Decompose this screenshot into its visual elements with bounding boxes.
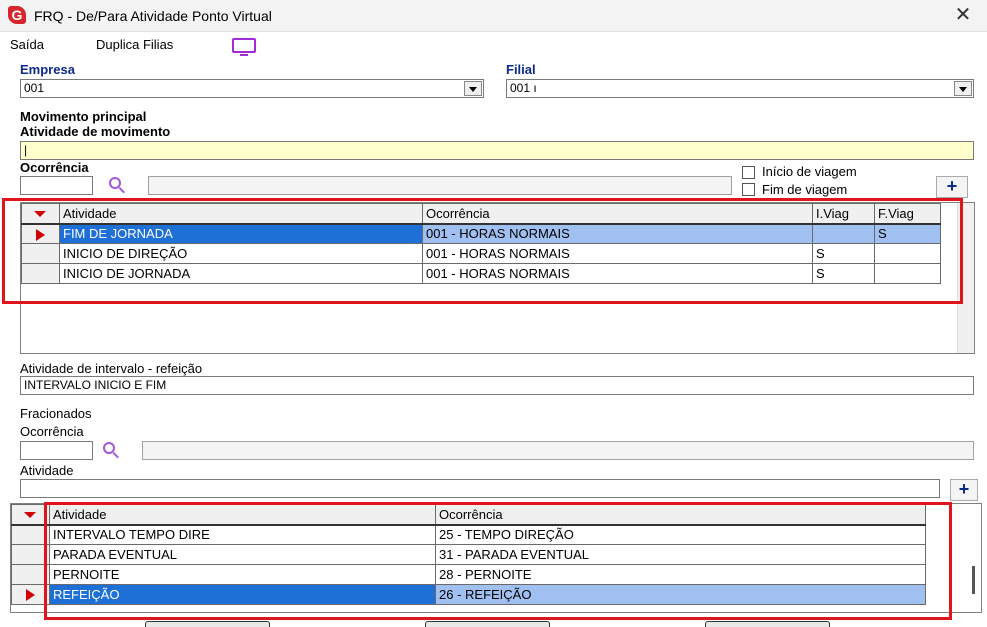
cell-fviag[interactable] (874, 243, 941, 264)
app-logo-icon: G (8, 6, 26, 24)
cell-atividade[interactable]: FIM DE JORNADA (59, 223, 423, 244)
fim-viagem-label: Fim de viagem (762, 182, 848, 197)
bottom-button[interactable] (145, 621, 270, 627)
chevron-down-icon[interactable] (954, 81, 972, 96)
empresa-value: 001 (24, 81, 45, 95)
cell-iviag[interactable]: S (812, 243, 875, 264)
row-indicator[interactable] (11, 524, 50, 545)
cell-iviag[interactable] (812, 223, 875, 244)
intervalo-label: Atividade de intervalo - refeição (20, 361, 203, 376)
fracionados-label: Fracionados (20, 406, 92, 421)
fim-viagem-checkbox[interactable] (742, 183, 755, 196)
cell-ocorrencia[interactable]: 28 - PERNOITE (435, 564, 926, 585)
menu-saida[interactable]: Saída (10, 37, 44, 52)
filial-select[interactable]: 001 ı (506, 79, 974, 98)
column-header-ocorrencia[interactable]: Ocorrência (422, 203, 813, 225)
column-header-fviag[interactable]: F.Viag (874, 203, 941, 225)
search-icon[interactable] (108, 176, 128, 196)
cell-iviag[interactable]: S (812, 263, 875, 284)
ocorrencia-code-input[interactable] (20, 176, 93, 195)
close-button[interactable]: ✕ (947, 4, 979, 28)
filial-value: 001 ı (510, 81, 537, 95)
column-header-ocorrencia[interactable]: Ocorrência (435, 504, 926, 526)
table-header-row: Atividade Ocorrência (11, 504, 926, 526)
cell-atividade[interactable]: PERNOITE (49, 564, 436, 585)
row-indicator[interactable] (21, 223, 60, 244)
menu-duplica-filias[interactable]: Duplica Filias (96, 37, 173, 52)
column-header-iviag[interactable]: I.Viag (812, 203, 875, 225)
bottom-button[interactable] (425, 621, 550, 627)
fracionados-atividade-input[interactable] (20, 479, 940, 498)
table-header-row: Atividade Ocorrência I.Viag F.Viag (21, 203, 941, 225)
row-indicator[interactable] (11, 564, 50, 585)
atividade-movimento-label: Atividade de movimento (20, 124, 171, 139)
monitor-icon[interactable] (232, 38, 256, 56)
current-row-icon (26, 589, 35, 601)
cell-atividade[interactable]: INICIO DE DIREÇÃO (59, 243, 423, 264)
title-bar: G FRQ - De/Para Atividade Ponto Virtual … (0, 0, 987, 32)
table-row[interactable]: PERNOITE 28 - PERNOITE (11, 564, 926, 585)
ocorrencia-desc-field (148, 176, 732, 195)
scrollbar-thumb[interactable] (972, 566, 975, 594)
cell-fviag[interactable]: S (874, 223, 941, 244)
table-row[interactable]: INICIO DE JORNADA 001 - HORAS NORMAIS S (21, 263, 941, 284)
fracionados-ocorrencia-desc-field (142, 441, 974, 460)
row-indicator[interactable] (21, 263, 60, 284)
menu-bar: Saída Duplica Filias (0, 34, 987, 56)
table-row[interactable]: FIM DE JORNADA 001 - HORAS NORMAIS S (21, 223, 941, 244)
cell-ocorrencia[interactable]: 26 - REFEIÇÃO (435, 584, 926, 605)
chevron-down-icon[interactable] (464, 81, 482, 96)
row-indicator[interactable] (21, 243, 60, 264)
fracionados-atividade-label: Atividade (20, 463, 74, 478)
table-row[interactable]: INICIO DE DIREÇÃO 001 - HORAS NORMAIS S (21, 243, 941, 264)
sort-indicator[interactable] (21, 203, 60, 225)
table-row[interactable]: REFEIÇÃO 26 - REFEIÇÃO (11, 584, 926, 605)
movimento-table: Atividade Ocorrência I.Viag F.Viag FIM D… (21, 203, 941, 284)
cell-ocorrencia[interactable]: 001 - HORAS NORMAIS (422, 223, 813, 244)
row-indicator[interactable] (11, 544, 50, 565)
table-row[interactable]: INTERVALO TEMPO DIRE 25 - TEMPO DIREÇÃO (11, 524, 926, 545)
column-header-atividade[interactable]: Atividade (49, 504, 436, 526)
sort-indicator[interactable] (11, 504, 50, 526)
inicio-viagem-checkbox[interactable] (742, 166, 755, 179)
cell-atividade[interactable]: PARADA EVENTUAL (49, 544, 436, 565)
inicio-viagem-label: Início de viagem (762, 164, 857, 179)
current-row-icon (36, 228, 45, 241)
fracionados-grid: Atividade Ocorrência INTERVALO TEMPO DIR… (10, 503, 982, 613)
grid-scrollbar[interactable] (957, 203, 974, 353)
empresa-select[interactable]: 001 (20, 79, 484, 98)
add-fracionado-button[interactable]: + (950, 479, 978, 501)
row-indicator[interactable] (11, 584, 50, 605)
movimento-grid: Atividade Ocorrência I.Viag F.Viag FIM D… (20, 202, 975, 354)
cell-ocorrencia[interactable]: 25 - TEMPO DIREÇÃO (435, 524, 926, 545)
fracionados-ocorrencia-label: Ocorrência (20, 424, 84, 439)
sort-arrow-icon (34, 211, 46, 217)
filial-label: Filial (506, 62, 536, 77)
sort-arrow-icon (24, 512, 36, 518)
fracionados-table: Atividade Ocorrência INTERVALO TEMPO DIR… (11, 504, 926, 605)
intervalo-input[interactable]: INTERVALO INICIO E FIM (20, 376, 974, 395)
movimento-principal-label: Movimento principal (20, 109, 147, 124)
add-movimento-button[interactable]: + (936, 176, 968, 198)
column-header-atividade[interactable]: Atividade (59, 203, 423, 225)
fracionados-ocorrencia-code-input[interactable] (20, 441, 93, 460)
ocorrencia-label: Ocorrência (20, 160, 89, 175)
cell-atividade[interactable]: REFEIÇÃO (49, 584, 436, 605)
cell-ocorrencia[interactable]: 31 - PARADA EVENTUAL (435, 544, 926, 565)
atividade-movimento-input[interactable]: | (20, 141, 974, 160)
bottom-button[interactable] (705, 621, 830, 627)
cell-ocorrencia[interactable]: 001 - HORAS NORMAIS (422, 263, 813, 284)
empresa-label: Empresa (20, 62, 75, 77)
cell-atividade[interactable]: INICIO DE JORNADA (59, 263, 423, 284)
cell-fviag[interactable] (874, 263, 941, 284)
window-title: FRQ - De/Para Atividade Ponto Virtual (34, 8, 272, 24)
table-row[interactable]: PARADA EVENTUAL 31 - PARADA EVENTUAL (11, 544, 926, 565)
cell-atividade[interactable]: INTERVALO TEMPO DIRE (49, 524, 436, 545)
cell-ocorrencia[interactable]: 001 - HORAS NORMAIS (422, 243, 813, 264)
search-icon[interactable] (102, 441, 122, 461)
